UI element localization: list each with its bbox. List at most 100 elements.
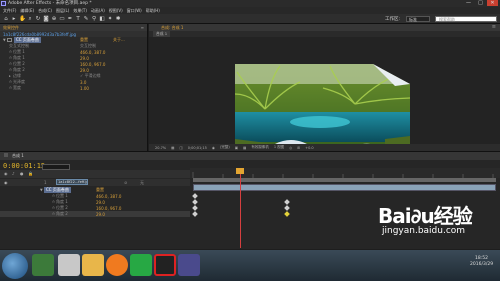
prop-value[interactable]: 160.0, 967.0: [80, 62, 105, 67]
tab-timeline[interactable]: 合成 1: [12, 153, 24, 159]
tools-toolbar: ⌂ ▸ ✋ ⌕ ↻ ◙ ⊕ ▭ ✒ T ✎ ⚲ ◧ ✦ ✱ 工作区: 标准 搜索…: [0, 14, 500, 24]
maximize-button[interactable]: □: [475, 0, 486, 6]
zoom-select[interactable]: 20.7%: [155, 146, 166, 150]
minimize-button[interactable]: —: [463, 0, 474, 6]
prop-checkbox-label: 平滑边缘: [84, 73, 101, 78]
menu-animation[interactable]: 动画(A): [91, 8, 105, 14]
timeline-current-time[interactable]: 0:00:01:15: [3, 162, 45, 170]
roto-brush-tool-icon[interactable]: ✦: [107, 16, 113, 22]
timeline-tabbar: 合成 1: [0, 152, 500, 160]
render-icon[interactable]: ◎: [289, 146, 292, 150]
layer-mode-select[interactable]: ⊘: [124, 180, 127, 185]
layer-name[interactable]: 1a1c8f22...feff.jpg: [56, 179, 88, 185]
grid-icon[interactable]: ▦: [171, 146, 174, 150]
puppet-tool-icon[interactable]: ✱: [115, 16, 121, 22]
pan-behind-tool-icon[interactable]: ⊕: [51, 16, 57, 22]
camera-tool-icon[interactable]: ◙: [43, 16, 49, 22]
current-time-indicator-head[interactable]: [236, 168, 244, 174]
close-button[interactable]: ✕: [487, 0, 498, 6]
folder-icon[interactable]: [82, 254, 104, 276]
android-tool-icon[interactable]: [32, 254, 54, 276]
layer-duration-bar[interactable]: [193, 184, 496, 191]
prop-value[interactable]: 29.0: [80, 68, 89, 73]
transparency-grid-icon[interactable]: ▩: [243, 146, 246, 150]
hand-tool-icon[interactable]: ✋: [19, 16, 26, 22]
media-player-icon[interactable]: [130, 254, 152, 276]
effect-prop-row: ⏱ 宽度 1.00: [0, 85, 147, 91]
prop-interactive-control[interactable]: 交互控制: [80, 43, 96, 49]
region-icon[interactable]: ▣: [235, 146, 238, 150]
mask-tool-icon[interactable]: ▭: [59, 16, 65, 22]
system-clock[interactable]: 18:52 2016/3/29: [470, 256, 493, 268]
search-placeholder: 搜索帮助: [439, 17, 455, 22]
fx-icon[interactable]: [7, 38, 12, 42]
menu-edit[interactable]: 编辑(E): [20, 8, 34, 14]
mask-visibility-icon[interactable]: ◫: [179, 146, 182, 150]
effect-about-button[interactable]: 关于...: [113, 37, 125, 43]
resolution-select[interactable]: (完整): [220, 145, 230, 150]
panel-menu-icon[interactable]: ≡: [492, 24, 496, 30]
menu-bar: 文件(F) 编辑(E) 合成(C) 图层(L) 效果(T) 动画(A) 视图(V…: [0, 7, 500, 14]
windows-taskbar: 18:52 2016/3/29: [0, 250, 500, 281]
tab-effect-controls[interactable]: 效果控件: [3, 25, 19, 31]
menu-layer[interactable]: 图层(L): [56, 8, 69, 14]
start-button[interactable]: [2, 253, 28, 279]
prop-checkbox[interactable]: ✓ 平滑边缘: [80, 73, 101, 79]
zoom-tool-icon[interactable]: ⌕: [27, 16, 33, 22]
layer-parent-select[interactable]: 无: [140, 180, 144, 186]
lock-icon[interactable]: 🔒: [28, 171, 33, 176]
prop-value[interactable]: 3.0: [80, 80, 86, 85]
prop-value[interactable]: 29.0: [80, 56, 89, 61]
timeline-properties: ▼ CC 页面卷曲 重置 ⏱ 位置 1 466.0, 387.0 ⏱ 角度 1 …: [0, 187, 190, 217]
menu-effect[interactable]: 效果(T): [73, 8, 87, 14]
after-effects-icon[interactable]: [178, 254, 200, 276]
exposure-value[interactable]: +0.0: [305, 146, 314, 150]
prop-value[interactable]: 466.0, 387.0: [80, 50, 105, 55]
firefox-icon[interactable]: [106, 254, 128, 276]
audio-icon[interactable]: ♪: [12, 171, 15, 176]
menu-file[interactable]: 文件(F): [3, 8, 16, 14]
brush-tool-icon[interactable]: ✎: [83, 16, 89, 22]
solo-icon[interactable]: ●: [20, 171, 24, 176]
home-icon[interactable]: ⌂: [3, 16, 9, 22]
view-layout-select[interactable]: 1 视图: [274, 145, 284, 150]
menu-help[interactable]: 帮助(H): [146, 8, 160, 14]
document-icon[interactable]: [58, 254, 80, 276]
app-logo: [1, 1, 6, 6]
current-time-indicator[interactable]: [240, 168, 241, 248]
snapshot-icon[interactable]: ◉: [212, 146, 215, 150]
tl-prop-value[interactable]: 160.0, 967.0: [96, 206, 121, 211]
window-controls: — □ ✕: [463, 0, 498, 6]
type-tool-icon[interactable]: T: [75, 16, 81, 22]
panel-menu-icon[interactable]: ≡: [141, 25, 144, 30]
workspace-label: 工作区:: [385, 17, 401, 22]
effect-controls-panel: 效果控件 ≡ 1a1c8f226cda0b8992d3a7b3feff.jpg …: [0, 24, 148, 151]
tl-prop-value[interactable]: 29.0: [96, 212, 105, 217]
clone-stamp-tool-icon[interactable]: ⚲: [91, 16, 97, 22]
effect-properties-list: 交互式控制 交互控制 ⏱ 位置 1 466.0, 387.0 ⏱ 角度 1 29…: [0, 43, 147, 91]
tl-prop-value[interactable]: 466.0, 387.0: [96, 194, 121, 199]
composition-subtab[interactable]: 合成 1: [153, 31, 171, 37]
layer-visibility-icon[interactable]: ◉: [4, 180, 8, 185]
menu-window[interactable]: 窗口(W): [127, 8, 142, 14]
eraser-tool-icon[interactable]: ◧: [99, 16, 105, 22]
render-queue-icon[interactable]: [4, 153, 8, 157]
pen-tool-icon[interactable]: ✒: [67, 16, 73, 22]
workspace-select[interactable]: 标准: [406, 16, 430, 22]
tl-prop-value[interactable]: 29.0: [96, 200, 105, 205]
search-help-input[interactable]: 搜索帮助: [435, 16, 497, 22]
layer-row[interactable]: ◉ 1 1a1c8f22...feff.jpg ⊘ 无: [0, 179, 190, 186]
prop-value[interactable]: 1.00: [80, 86, 89, 91]
tl-prop-value[interactable]: 重置: [96, 187, 104, 193]
menu-view[interactable]: 视图(V): [109, 8, 123, 14]
camera-select[interactable]: 有效摄像机: [251, 145, 269, 150]
rotate-tool-icon[interactable]: ↻: [35, 16, 41, 22]
work-area-bar[interactable]: [193, 178, 496, 182]
current-time[interactable]: 0;00;01;15: [188, 146, 207, 150]
eye-icon[interactable]: ◉: [4, 171, 8, 176]
record-icon[interactable]: [154, 254, 176, 276]
selection-tool-icon[interactable]: ▸: [11, 16, 17, 22]
layer-index: 1: [44, 180, 47, 185]
flowchart-icon[interactable]: ⊞: [297, 146, 300, 150]
menu-composition[interactable]: 合成(C): [38, 8, 52, 14]
